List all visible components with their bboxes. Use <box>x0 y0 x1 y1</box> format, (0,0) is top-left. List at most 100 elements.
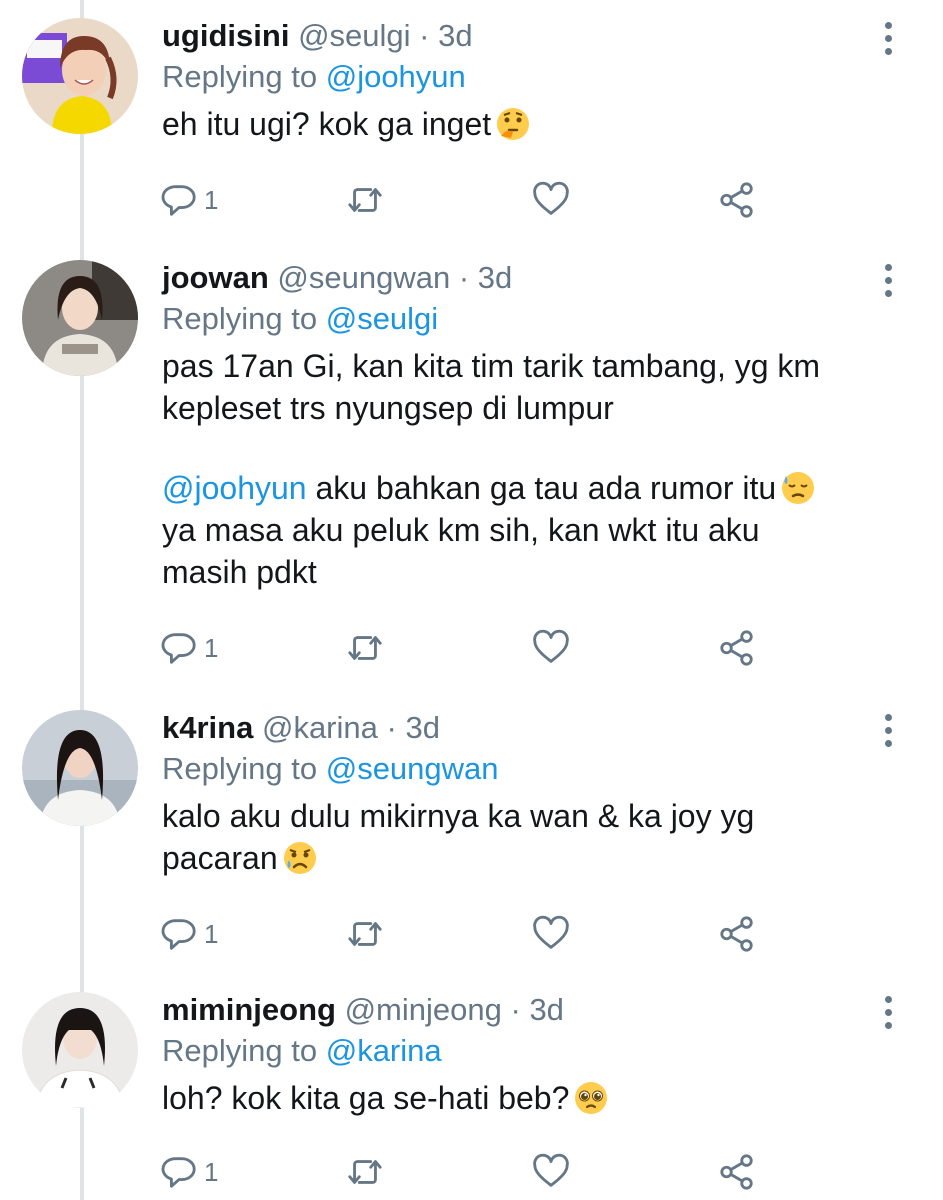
tweet-text-line: masih pdkt <box>162 554 317 590</box>
replying-to: Replying to @seungwan <box>162 751 883 787</box>
action-bar: 1 <box>160 914 760 954</box>
share-button[interactable] <box>718 1152 756 1192</box>
tweet-header: joowan @seungwan · 3d <box>162 260 883 296</box>
user-handle[interactable]: @minjeong <box>345 992 502 1027</box>
tweet-text-line: kalo aku dulu mikirnya ka wan & ka joy y… <box>162 798 755 834</box>
tweet-header: k4rina @karina · 3d <box>162 710 883 746</box>
reply-count: 1 <box>204 1156 219 1187</box>
like-icon <box>532 1153 570 1191</box>
reply-count: 1 <box>204 632 219 663</box>
reply-icon <box>160 1153 198 1191</box>
share-button[interactable] <box>718 180 756 220</box>
user-handle[interactable]: @seungwan <box>277 260 450 295</box>
reply-tweet[interactable]: k4rina @karina · 3d Replying to @seungwa… <box>0 710 943 970</box>
reply-button[interactable]: 1 <box>160 628 218 668</box>
tweet-text: kalo aku dulu mikirnya ka wan & ka joy y… <box>162 795 883 879</box>
replying-to: Replying to @seulgi <box>162 301 883 337</box>
share-icon <box>718 181 756 219</box>
tweet-header: ugidisini @seulgi · 3d <box>162 18 883 54</box>
retweet-button[interactable] <box>346 180 384 220</box>
mention-link[interactable]: @seulgi <box>326 301 438 336</box>
share-button[interactable] <box>718 914 756 954</box>
more-options-icon[interactable] <box>885 22 893 56</box>
replying-to-label: Replying to <box>162 59 318 94</box>
tweet-text-line: aku bahkan ga tau ada rumor itu <box>306 470 777 506</box>
avatar[interactable] <box>22 18 138 134</box>
reply-icon <box>160 629 198 667</box>
replying-to-label: Replying to <box>162 301 318 336</box>
like-button[interactable] <box>532 1152 570 1192</box>
retweet-icon <box>346 915 384 953</box>
reply-button[interactable]: 1 <box>160 914 218 954</box>
tweet-text-line: loh? kok kita ga se-hati beb? <box>162 1080 570 1116</box>
display-name[interactable]: joowan <box>162 260 269 295</box>
more-options-icon[interactable] <box>885 714 893 748</box>
retweet-button[interactable] <box>346 1152 384 1192</box>
reply-icon <box>160 915 198 953</box>
retweet-icon <box>346 629 384 667</box>
avatar[interactable] <box>22 710 138 826</box>
tweet-text-line: kepleset trs nyungsep di lumpur <box>162 390 614 426</box>
mention-link[interactable]: @joohyun <box>162 470 307 506</box>
reply-tweet[interactable]: miminjeong @minjeong · 3d Replying to @k… <box>0 992 943 1200</box>
timestamp[interactable]: 3d <box>529 992 563 1027</box>
action-bar: 1 <box>160 180 760 220</box>
tweet-text-line: ya masa aku peluk km sih, kan wkt itu ak… <box>162 512 760 548</box>
like-button[interactable] <box>532 628 570 668</box>
retweet-button[interactable] <box>346 914 384 954</box>
reply-icon <box>160 181 198 219</box>
display-name[interactable]: miminjeong <box>162 992 336 1027</box>
separator-dot: · <box>419 18 430 53</box>
reply-button[interactable]: 1 <box>160 1152 218 1192</box>
timestamp[interactable]: 3d <box>438 18 472 53</box>
mention-link[interactable]: @seungwan <box>326 751 499 786</box>
share-icon <box>718 629 756 667</box>
share-icon <box>718 1153 756 1191</box>
replying-to-label: Replying to <box>162 1033 318 1068</box>
downcast-sweat-face-icon <box>780 470 816 506</box>
reply-button[interactable]: 1 <box>160 180 218 220</box>
avatar[interactable] <box>22 260 138 376</box>
retweet-button[interactable] <box>346 628 384 668</box>
like-button[interactable] <box>532 180 570 220</box>
replying-to-label: Replying to <box>162 751 318 786</box>
reply-tweet[interactable]: ugidisini @seulgi · 3d Replying to @jooh… <box>0 18 943 238</box>
pleading-face-icon <box>573 1080 609 1116</box>
share-button[interactable] <box>718 628 756 668</box>
mention-link[interactable]: @karina <box>326 1033 442 1068</box>
tweet-text-line: pacaran <box>162 840 278 876</box>
action-bar: 1 <box>160 628 760 668</box>
timestamp[interactable]: 3d <box>478 260 512 295</box>
display-name[interactable]: ugidisini <box>162 18 289 53</box>
retweet-icon <box>346 181 384 219</box>
tweet-text-line: eh itu ugi? kok ga inget <box>162 106 492 142</box>
sad-relieved-face-icon <box>282 840 318 876</box>
replying-to: Replying to @karina <box>162 1033 883 1069</box>
mention-link[interactable]: @joohyun <box>326 59 466 94</box>
tweet-text: eh itu ugi? kok ga inget <box>162 103 883 145</box>
avatar[interactable] <box>22 992 138 1108</box>
timestamp[interactable]: 3d <box>405 710 439 745</box>
thinking-face-icon <box>495 106 531 142</box>
share-icon <box>718 915 756 953</box>
display-name[interactable]: k4rina <box>162 710 253 745</box>
like-icon <box>532 629 570 667</box>
replying-to: Replying to @joohyun <box>162 59 883 95</box>
action-bar: 1 <box>160 1152 760 1192</box>
like-icon <box>532 915 570 953</box>
separator-dot: · <box>386 710 397 745</box>
tweet-header: miminjeong @minjeong · 3d <box>162 992 883 1028</box>
separator-dot: · <box>458 260 470 295</box>
tweet-text: pas 17an Gi, kan kita tim tarik tambang,… <box>162 345 883 593</box>
user-handle[interactable]: @karina <box>262 710 378 745</box>
retweet-icon <box>346 1153 384 1191</box>
more-options-icon[interactable] <box>885 996 893 1030</box>
separator-dot: · <box>510 992 521 1027</box>
like-button[interactable] <box>532 914 570 954</box>
more-options-icon[interactable] <box>885 264 893 298</box>
user-handle[interactable]: @seulgi <box>298 18 410 53</box>
tweet-text: loh? kok kita ga se-hati beb? <box>162 1077 883 1119</box>
like-icon <box>532 181 570 219</box>
reply-count: 1 <box>204 184 219 215</box>
reply-tweet[interactable]: joowan @seungwan · 3d Replying to @seulg… <box>0 260 943 680</box>
